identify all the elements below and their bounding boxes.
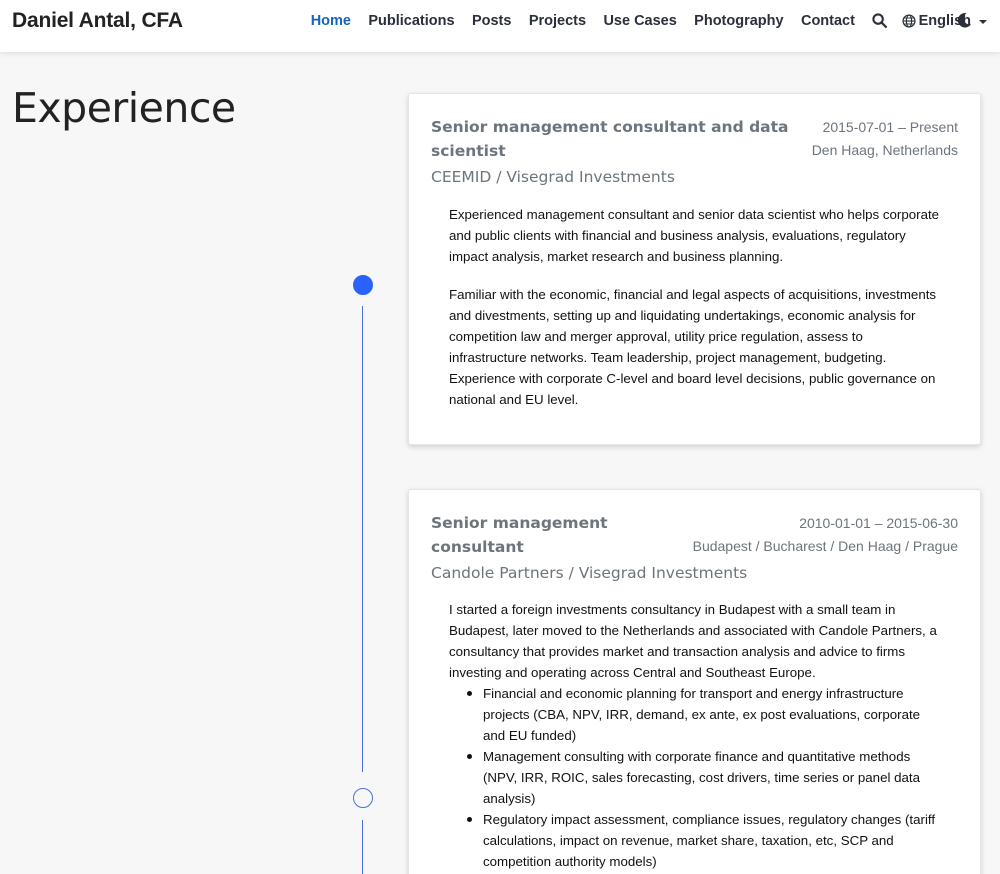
job-meta: 2010-01-01 – 2015-06-30 Budapest / Bucha… [693, 512, 958, 558]
job-meta: 2015-07-01 – Present Den Haag, Netherlan… [812, 116, 958, 162]
page-title: Experience [12, 84, 236, 132]
job-description: I started a foreign investments consulta… [409, 586, 980, 872]
description-paragraph: Familiar with the economic, financial an… [449, 287, 937, 407]
organization: CEEMID / Visegrad Investments [431, 168, 675, 186]
timeline-line [362, 820, 363, 874]
card-header: Senior management consultant Candole Par… [409, 490, 980, 586]
nav-home[interactable]: Home [311, 13, 351, 29]
duties-list: Financial and economic planning for tran… [467, 683, 940, 872]
list-item: Financial and economic planning for tran… [467, 683, 940, 746]
job-title: Senior management consultant [431, 514, 608, 556]
card-header: Senior management consultant and data sc… [409, 94, 980, 190]
nav-contact[interactable]: Contact [801, 13, 855, 29]
experience-card: Senior management consultant Candole Par… [408, 489, 981, 874]
nav-projects[interactable]: Projects [529, 13, 586, 29]
description-paragraph: Experienced management consultant and se… [449, 207, 940, 264]
chevron-down-icon [979, 19, 988, 24]
list-item: Regulatory impact assessment, compliance… [467, 809, 940, 872]
job-dates: 2015-07-01 – Present [822, 119, 958, 135]
description-paragraph: I started a foreign investments consulta… [449, 602, 937, 680]
moon-icon[interactable] [956, 12, 972, 34]
main-nav: Home Publications Posts Projects Use Cas… [302, 0, 988, 42]
timeline-dot [353, 788, 373, 808]
nav-publications[interactable]: Publications [368, 13, 454, 29]
navbar: Daniel Antal, CFA Home Publications Post… [0, 0, 1000, 52]
job-description: Experienced management consultant and se… [409, 190, 980, 410]
language-selector[interactable]: English [902, 13, 988, 29]
list-item: Management consulting with corporate fin… [467, 746, 940, 809]
job-location: Budapest / Bucharest / Den Haag / Prague [692, 538, 958, 554]
timeline-line [362, 306, 363, 772]
site-brand[interactable]: Daniel Antal, CFA [12, 9, 183, 33]
nav-posts[interactable]: Posts [472, 13, 512, 29]
globe-icon [902, 14, 916, 28]
nav-photography[interactable]: Photography [694, 13, 783, 29]
search-icon[interactable] [872, 13, 888, 29]
job-dates: 2010-01-01 – 2015-06-30 [799, 515, 958, 531]
experience-card: Senior management consultant and data sc… [408, 93, 981, 445]
job-location: Den Haag, Netherlands [811, 142, 958, 158]
nav-use-cases[interactable]: Use Cases [603, 13, 676, 29]
job-title: Senior management consultant and data sc… [431, 118, 789, 160]
organization: Candole Partners / Visegrad Investments [431, 564, 748, 582]
timeline-dot-active [353, 275, 373, 295]
